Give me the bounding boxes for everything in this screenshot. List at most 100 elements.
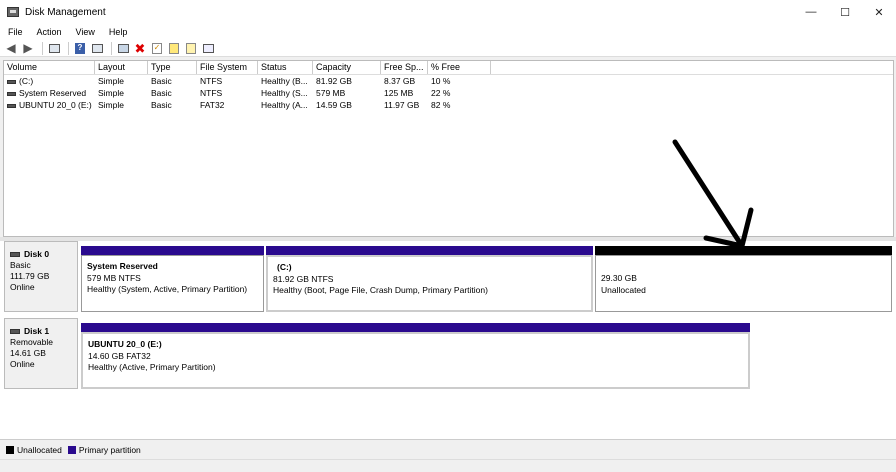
layout-cell: Simple bbox=[98, 76, 124, 86]
menu-view[interactable]: View bbox=[69, 27, 102, 37]
volume-name: (C:) bbox=[19, 76, 34, 86]
menu-action[interactable]: Action bbox=[30, 27, 69, 37]
disk-0-state: Online bbox=[10, 282, 35, 292]
type-cell: Basic bbox=[151, 100, 172, 110]
volume-list: Volume Layout Type File System Status Ca… bbox=[3, 60, 894, 237]
title-bar: Disk Management — ☐ ✕ bbox=[0, 0, 896, 24]
legend-label: Primary partition bbox=[78, 444, 141, 455]
file-system-cell: NTFS bbox=[200, 88, 223, 98]
partition-details: (C:) 81.92 GB NTFS Healthy (Boot, Page F… bbox=[266, 255, 593, 312]
help-icon[interactable]: ? bbox=[73, 42, 87, 55]
legend-item-unallocated: Unallocated bbox=[6, 445, 62, 455]
partition-details: UBUNTU 20_0 (E:) 14.60 GB FAT32 Healthy … bbox=[81, 332, 750, 389]
volume-name: UBUNTU 20_0 (E:) bbox=[19, 100, 92, 110]
maximize-button[interactable]: ☐ bbox=[828, 0, 862, 24]
percent-free-cell: 22 % bbox=[431, 88, 451, 98]
legend-label: Unallocated bbox=[17, 444, 62, 455]
check-icon[interactable]: ✓ bbox=[150, 42, 164, 55]
primary-partition-swatch bbox=[67, 445, 76, 454]
volume-cell: UBUNTU 20_0 (E:) bbox=[4, 99, 95, 111]
menu-help[interactable]: Help bbox=[102, 27, 135, 37]
toolbar-separator bbox=[42, 41, 43, 55]
connect-icon[interactable] bbox=[116, 42, 130, 55]
column-header-volume[interactable]: Volume bbox=[4, 61, 95, 74]
disk-0-row: Disk 0 Basic 111.79 GB Online System Res… bbox=[4, 241, 892, 313]
unallocated-swatch bbox=[6, 445, 14, 454]
console-tree-icon[interactable] bbox=[47, 42, 61, 55]
forward-arrow-icon[interactable]: ▶ bbox=[21, 42, 35, 55]
percent-free-cell: 82 % bbox=[431, 100, 451, 110]
partition-details: 29.30 GB Unallocated bbox=[595, 255, 892, 312]
rescan-icon[interactable] bbox=[184, 42, 198, 55]
primary-partition-bar bbox=[81, 323, 750, 332]
primary-partition-bar bbox=[81, 246, 264, 255]
partition-name: UBUNTU 20_0 (E:) bbox=[88, 339, 162, 349]
free-space-cell: 125 MB bbox=[384, 88, 414, 98]
volume-icon bbox=[7, 103, 16, 108]
type-cell: Basic bbox=[151, 88, 172, 98]
status-cell: Healthy (A... bbox=[261, 100, 308, 110]
disk-icon bbox=[10, 329, 20, 334]
table-row[interactable]: System Reserved Simple Basic NTFS Health… bbox=[4, 87, 893, 99]
capacity-cell: 579 MB bbox=[316, 88, 346, 98]
column-header-file-system[interactable]: File System bbox=[197, 61, 258, 74]
table-row[interactable]: UBUNTU 20_0 (E:) Simple Basic FAT32 Heal… bbox=[4, 99, 893, 111]
partition-size: 29.30 GB bbox=[601, 273, 637, 283]
capacity-cell: 81.92 GB bbox=[316, 76, 352, 86]
window-title: Disk Management bbox=[25, 6, 106, 18]
partition-ubuntu-e-drive[interactable]: UBUNTU 20_0 (E:) 14.60 GB FAT32 Healthy … bbox=[81, 323, 750, 389]
column-header-percent-free[interactable]: % Free bbox=[428, 61, 491, 74]
disk-1-kind: Removable bbox=[10, 337, 53, 347]
partition-size: 81.92 GB NTFS bbox=[273, 273, 334, 284]
table-row[interactable]: (C:) Simple Basic NTFS Healthy (B... 81.… bbox=[4, 75, 893, 87]
partition-name: (C:) bbox=[277, 262, 292, 272]
partition-details: System Reserved 579 MB NTFS Healthy (Sys… bbox=[81, 255, 264, 312]
free-space-cell: 11.97 GB bbox=[384, 100, 420, 110]
partition-status: Healthy (System, Active, Primary Partiti… bbox=[87, 284, 248, 294]
legend-item-primary: Primary partition bbox=[67, 444, 141, 455]
column-header-free-space[interactable]: Free Sp... bbox=[381, 61, 428, 74]
disk-icon bbox=[10, 252, 20, 257]
percent-free-cell: 10 % bbox=[431, 76, 451, 86]
disk-0-kind: Basic bbox=[10, 260, 31, 270]
partition-status: Unallocated bbox=[601, 284, 646, 295]
disk-1-row: Disk 1 Removable 14.61 GB Online UBUNTU … bbox=[4, 318, 892, 390]
disk-management-app-icon bbox=[7, 7, 19, 17]
column-header-type[interactable]: Type bbox=[148, 61, 197, 74]
layout-cell: Simple bbox=[98, 88, 124, 98]
column-header-status[interactable]: Status bbox=[258, 61, 313, 74]
partition-system-reserved[interactable]: System Reserved 579 MB NTFS Healthy (Sys… bbox=[81, 246, 264, 312]
partition-status: Healthy (Boot, Page File, Crash Dump, Pr… bbox=[273, 285, 488, 295]
delete-icon[interactable]: ✖ bbox=[133, 42, 147, 55]
volume-icon bbox=[7, 79, 16, 84]
partition-c-drive[interactable]: (C:) 81.92 GB NTFS Healthy (Boot, Page F… bbox=[266, 246, 593, 312]
close-button[interactable]: ✕ bbox=[862, 0, 896, 24]
new-volume-icon[interactable] bbox=[167, 42, 181, 55]
column-header-capacity[interactable]: Capacity bbox=[313, 61, 381, 74]
capacity-cell: 14.59 GB bbox=[316, 100, 352, 110]
list-view-icon[interactable] bbox=[201, 42, 215, 55]
menu-file[interactable]: File bbox=[0, 27, 30, 37]
volume-icon bbox=[7, 91, 16, 96]
disk-0-name: Disk 0 bbox=[24, 249, 50, 259]
minimize-button[interactable]: — bbox=[794, 0, 828, 24]
disk-name: Disk 0 bbox=[10, 249, 77, 260]
volume-list-header: Volume Layout Type File System Status Ca… bbox=[4, 61, 893, 75]
partition-unallocated[interactable]: 29.30 GB Unallocated bbox=[595, 246, 892, 312]
disk-1-label[interactable]: Disk 1 Removable 14.61 GB Online bbox=[4, 318, 78, 389]
properties-icon[interactable] bbox=[90, 42, 104, 55]
volume-cell: (C:) bbox=[4, 75, 95, 87]
status-cell: Healthy (B... bbox=[261, 76, 308, 86]
disk-1-state: Online bbox=[10, 359, 35, 369]
disk-0-size: 111.79 GB bbox=[10, 271, 50, 281]
menu-bar: File Action View Help bbox=[0, 24, 896, 40]
disk-name: Disk 1 bbox=[10, 326, 77, 337]
column-header-layout[interactable]: Layout bbox=[95, 61, 148, 74]
file-system-cell: FAT32 bbox=[200, 100, 225, 110]
disk-map: Disk 0 Basic 111.79 GB Online System Res… bbox=[0, 241, 896, 439]
back-arrow-icon[interactable]: ◀ bbox=[4, 42, 18, 55]
partition-size: 579 MB NTFS bbox=[87, 272, 141, 283]
disk-0-label[interactable]: Disk 0 Basic 111.79 GB Online bbox=[4, 241, 78, 312]
volume-cell: System Reserved bbox=[4, 87, 95, 99]
legend: Unallocated Primary partition bbox=[0, 439, 896, 459]
